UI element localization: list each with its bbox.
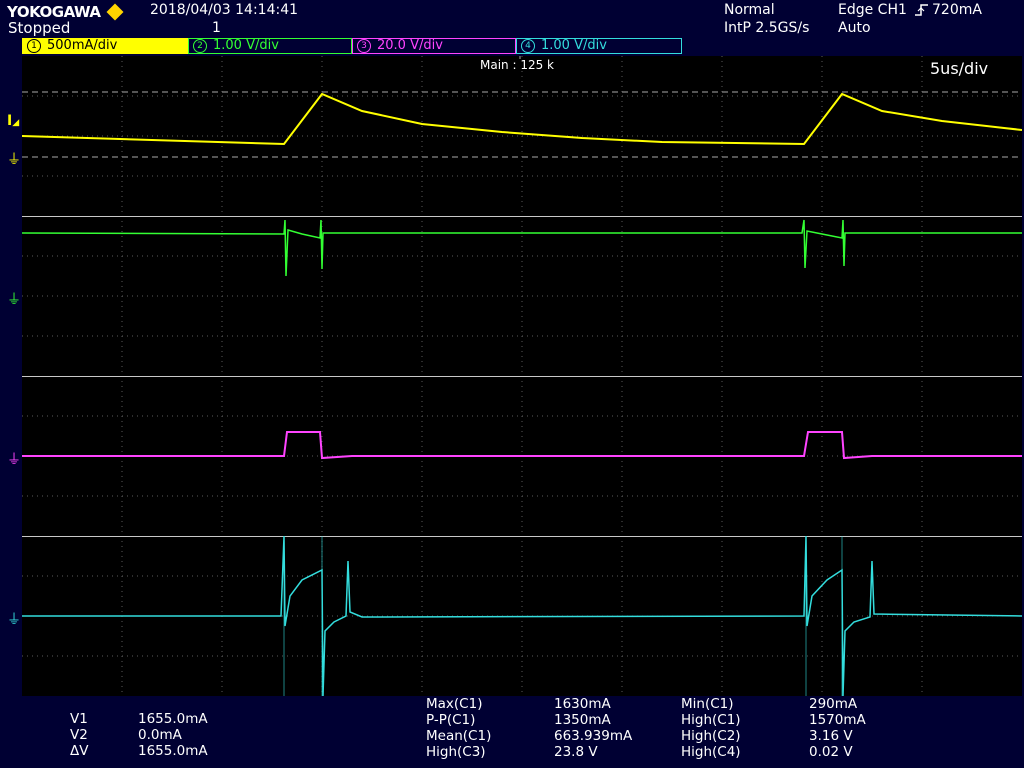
channel-2-waveform [22,219,1022,277]
meas-label: Max(C1) [426,696,483,712]
meas-value: 23.8 V [554,744,598,760]
waveform-grid [22,56,1022,696]
sample-rate: IntP 2.5GS/s [724,20,810,36]
acquisition-count: 1 [212,20,221,36]
meas-value: 1350mA [554,712,611,728]
meas-label: High(C4) [681,744,741,760]
meas-label: High(C2) [681,728,741,744]
meas-label: High(C1) [681,712,741,728]
channel-2-scale[interactable]: 2 1.00 V/div [188,38,352,54]
ground-ch2-icon[interactable]: ⏚ [7,293,21,307]
channel-2-scale-label: 1.00 V/div [213,38,279,53]
cursor-v1-label: V1 [70,711,88,727]
channel-4-number: 4 [521,39,535,53]
meas-label: P-P(C1) [426,712,476,728]
acquisition-mode: Normal [724,2,775,18]
channel-4-scale-label: 1.00 V/div [541,38,607,53]
ground-ch3-icon[interactable]: ⏚ [7,453,21,467]
ground-ch4-icon[interactable]: ⏚ [7,613,21,627]
meas-label: Mean(C1) [426,728,492,744]
meas-value: 0.02 V [809,744,853,760]
cursor-v1-value: 1655.0mA [138,711,208,727]
channel-1-scale-label: 500mA/div [47,38,118,53]
channel-3-scale[interactable]: 3 20.0 V/div [352,38,516,54]
meas-value: 290mA [809,696,858,712]
channel-3-number: 3 [357,39,371,53]
ground-ch1-icon[interactable]: ⏚ [7,153,21,167]
rising-edge-icon [914,3,930,20]
meas-label: Min(C1) [681,696,734,712]
meas-value: 663.939mA [554,728,633,744]
cursor-dv-value: 1655.0mA [138,743,208,759]
run-status: Stopped [8,19,71,37]
datetime: 2018/04/03 14:14:41 [150,2,299,18]
meas-value: 1630mA [554,696,611,712]
timebase-label: 5us/div [930,59,989,78]
trigger-level: 720mA [932,2,982,18]
channel-1-scale[interactable]: 1 500mA/div [22,38,188,54]
zoom-main-label: Main : 125 k [478,58,556,72]
channel-3-waveform [22,431,1022,460]
diamond-icon [106,3,124,21]
meas-value: 1570mA [809,712,866,728]
waveform-display[interactable]: Main : 125 k 5us/div [22,56,1022,696]
channel-3-scale-label: 20.0 V/div [377,38,443,53]
trigger-source: Edge CH1 [838,2,907,18]
channel-2-number: 2 [193,39,207,53]
cursor-v2-value: 0.0mA [138,727,182,743]
trigger-mode: Auto [838,20,871,36]
cursor-dv-label: ΔV [70,743,89,759]
trigger-level-marker[interactable]: I◢ [7,114,19,128]
cursor-v2-label: V2 [70,727,88,743]
meas-label: High(C3) [426,744,486,760]
meas-value: 3.16 V [809,728,853,744]
channel-4-scale[interactable]: 4 1.00 V/div [516,38,682,54]
channel-1-number: 1 [27,39,41,53]
